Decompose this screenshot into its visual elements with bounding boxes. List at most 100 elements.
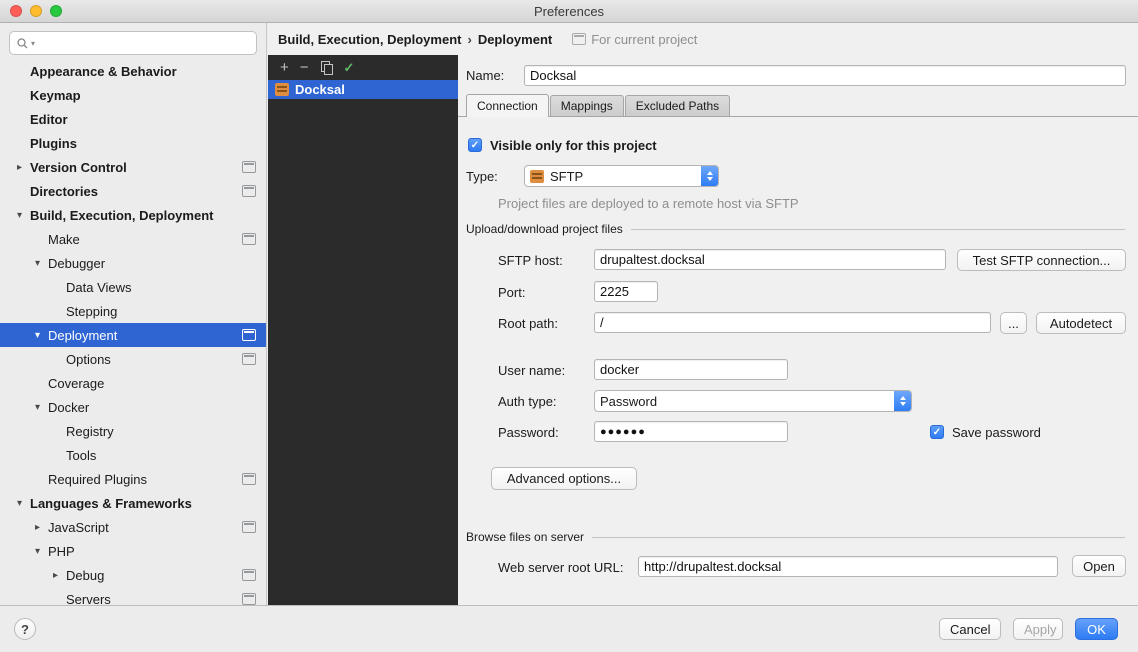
sidebar-item-label: Data Views bbox=[66, 280, 132, 295]
type-select[interactable]: SFTP bbox=[524, 165, 719, 187]
sidebar-item-required-plugins[interactable]: Required Plugins bbox=[0, 467, 266, 491]
web-root-label: Web server root URL: bbox=[498, 560, 623, 575]
web-root-input[interactable] bbox=[638, 556, 1058, 577]
auth-type-label: Auth type: bbox=[498, 394, 557, 409]
help-button[interactable]: ? bbox=[14, 618, 36, 640]
sidebar-item-plugins[interactable]: Plugins bbox=[0, 131, 266, 155]
copy-server-icon[interactable] bbox=[320, 61, 333, 74]
sidebar-item-debug[interactable]: ▸Debug bbox=[0, 563, 266, 587]
check-icon: ✓ bbox=[471, 140, 479, 151]
project-settings-icon bbox=[242, 353, 256, 365]
server-list-item-docksal[interactable]: Docksal bbox=[268, 80, 458, 99]
check-icon: ✓ bbox=[933, 427, 941, 438]
sidebar-item-label: Tools bbox=[66, 448, 96, 463]
chevron-down-icon[interactable]: ▾ bbox=[17, 210, 30, 221]
zoom-button[interactable] bbox=[50, 5, 62, 17]
sftp-icon bbox=[530, 170, 544, 183]
upload-section-label: Upload/download project files bbox=[466, 222, 623, 236]
chevron-down-icon[interactable]: ▾ bbox=[17, 498, 30, 509]
save-password-checkbox[interactable]: ✓ bbox=[930, 425, 944, 439]
sidebar-item-stepping[interactable]: Stepping bbox=[0, 299, 266, 323]
settings-sidebar: ▾ Appearance & Behavior Keymap Editor Pl… bbox=[0, 23, 267, 605]
chevron-right-icon[interactable]: ▸ bbox=[35, 522, 48, 533]
sftp-host-label: SFTP host: bbox=[498, 253, 563, 268]
sidebar-item-javascript[interactable]: ▸JavaScript bbox=[0, 515, 266, 539]
root-path-label: Root path: bbox=[498, 316, 558, 331]
visible-only-checkbox[interactable]: ✓ bbox=[468, 138, 482, 152]
chevron-down-icon[interactable]: ▾ bbox=[35, 546, 48, 557]
sidebar-item-data-views[interactable]: Data Views bbox=[0, 275, 266, 299]
save-password-label: Save password bbox=[952, 425, 1041, 440]
root-path-input[interactable] bbox=[594, 312, 991, 333]
type-label: Type: bbox=[466, 169, 498, 184]
tab-mappings[interactable]: Mappings bbox=[550, 95, 624, 116]
test-sftp-connection-button[interactable]: Test SFTP connection... bbox=[957, 249, 1126, 271]
apply-button[interactable]: Apply bbox=[1013, 618, 1063, 640]
sidebar-item-label: Directories bbox=[30, 184, 98, 199]
sidebar-item-label: Coverage bbox=[48, 376, 104, 391]
minimize-button[interactable] bbox=[30, 5, 42, 17]
breadcrumb: Build, Execution, Deployment › Deploymen… bbox=[268, 23, 1138, 55]
sidebar-item-languages-frameworks[interactable]: ▾Languages & Frameworks bbox=[0, 491, 266, 515]
breadcrumb-section[interactable]: Build, Execution, Deployment bbox=[278, 32, 461, 47]
sidebar-item-docker[interactable]: ▾Docker bbox=[0, 395, 266, 419]
port-label: Port: bbox=[498, 285, 525, 300]
sidebar-item-php[interactable]: ▾PHP bbox=[0, 539, 266, 563]
upload-section-separator: Upload/download project files bbox=[466, 222, 1125, 236]
search-box[interactable]: ▾ bbox=[9, 31, 257, 55]
chevron-right-icon[interactable]: ▸ bbox=[53, 570, 66, 581]
sidebar-item-debugger[interactable]: ▾Debugger bbox=[0, 251, 266, 275]
breadcrumb-separator-icon: › bbox=[467, 32, 471, 47]
sidebar-item-editor[interactable]: Editor bbox=[0, 107, 266, 131]
tab-excluded-paths[interactable]: Excluded Paths bbox=[625, 95, 730, 116]
titlebar: Preferences bbox=[0, 0, 1138, 23]
project-settings-icon bbox=[242, 473, 256, 485]
search-input[interactable] bbox=[37, 35, 250, 52]
sidebar-item-label: Editor bbox=[30, 112, 68, 127]
advanced-options-button[interactable]: Advanced options... bbox=[491, 467, 637, 490]
open-button[interactable]: Open bbox=[1072, 555, 1126, 577]
chevron-down-icon[interactable]: ▾ bbox=[35, 258, 48, 269]
server-config-form: Name: Connection Mappings Excluded Paths… bbox=[458, 55, 1138, 605]
sidebar-item-build-execution-deployment[interactable]: ▾Build, Execution, Deployment bbox=[0, 203, 266, 227]
sidebar-item-label: Keymap bbox=[30, 88, 81, 103]
dropdown-stepper-icon bbox=[701, 166, 718, 186]
sidebar-item-registry[interactable]: Registry bbox=[0, 419, 266, 443]
project-settings-icon bbox=[242, 593, 256, 605]
add-server-icon[interactable]: + bbox=[280, 60, 289, 75]
browse-root-button[interactable]: ... bbox=[1000, 312, 1027, 334]
sidebar-item-version-control[interactable]: ▸Version Control bbox=[0, 155, 266, 179]
breadcrumb-page: Deployment bbox=[478, 32, 552, 47]
search-icon bbox=[16, 37, 29, 50]
sidebar-item-tools[interactable]: Tools bbox=[0, 443, 266, 467]
name-input[interactable] bbox=[524, 65, 1126, 86]
sidebar-item-keymap[interactable]: Keymap bbox=[0, 83, 266, 107]
remove-server-icon[interactable]: − bbox=[300, 60, 309, 75]
autodetect-button[interactable]: Autodetect bbox=[1036, 312, 1126, 334]
sidebar-item-appearance-behavior[interactable]: Appearance & Behavior bbox=[0, 59, 266, 83]
auth-type-select[interactable]: Password bbox=[594, 390, 912, 412]
sidebar-item-directories[interactable]: Directories bbox=[0, 179, 266, 203]
port-input[interactable] bbox=[594, 281, 658, 302]
ok-button[interactable]: OK bbox=[1075, 618, 1118, 640]
close-button[interactable] bbox=[10, 5, 22, 17]
sidebar-item-coverage[interactable]: Coverage bbox=[0, 371, 266, 395]
sidebar-item-deployment[interactable]: ▾Deployment bbox=[0, 323, 266, 347]
sidebar-item-label: Debug bbox=[66, 568, 104, 583]
sftp-host-input[interactable] bbox=[594, 249, 946, 270]
chevron-right-icon[interactable]: ▸ bbox=[17, 162, 30, 173]
password-input[interactable] bbox=[594, 421, 788, 442]
sidebar-item-label: Required Plugins bbox=[48, 472, 147, 487]
sidebar-item-options[interactable]: Options bbox=[0, 347, 266, 371]
sidebar-item-make[interactable]: Make bbox=[0, 227, 266, 251]
chevron-down-icon[interactable]: ▾ bbox=[35, 330, 48, 341]
tab-connection[interactable]: Connection bbox=[466, 94, 549, 117]
project-settings-icon bbox=[242, 185, 256, 197]
sidebar-item-label: Build, Execution, Deployment bbox=[30, 208, 213, 223]
config-tabs: Connection Mappings Excluded Paths bbox=[458, 94, 1138, 117]
chevron-down-icon[interactable]: ▾ bbox=[35, 402, 48, 413]
user-name-input[interactable] bbox=[594, 359, 788, 380]
window-title: Preferences bbox=[0, 4, 1138, 19]
use-as-default-icon[interactable]: ✓ bbox=[344, 61, 355, 74]
cancel-button[interactable]: Cancel bbox=[939, 618, 1001, 640]
